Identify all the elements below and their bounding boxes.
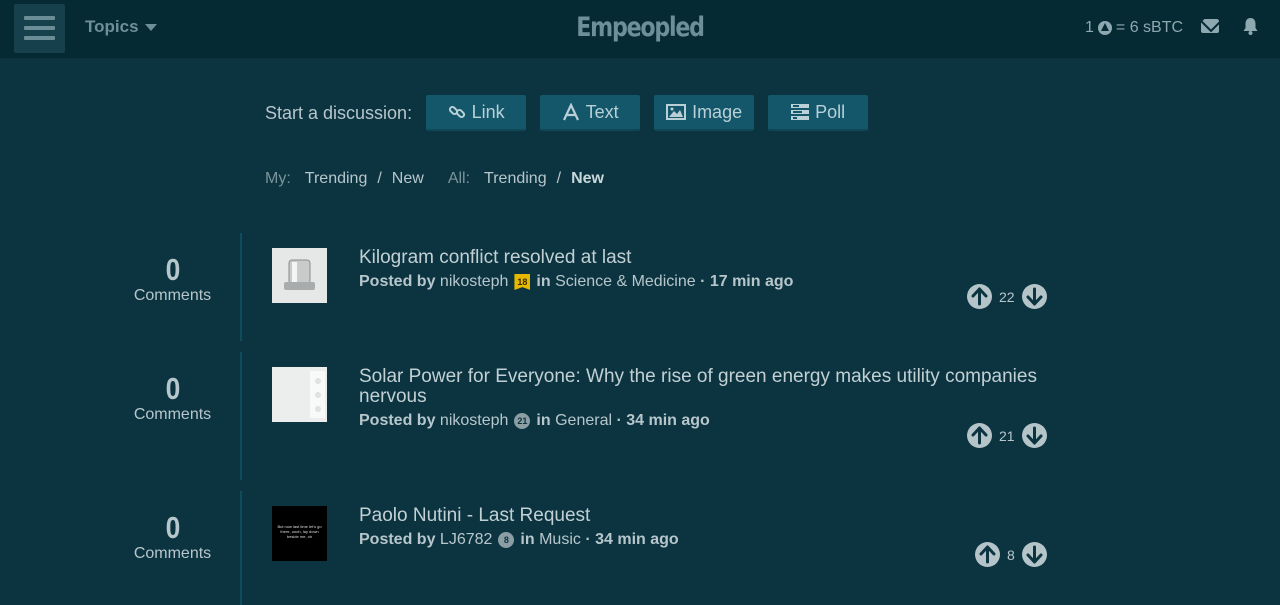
text-button[interactable]: Text bbox=[540, 95, 641, 131]
downvote-icon[interactable] bbox=[1021, 542, 1047, 567]
text-icon bbox=[562, 103, 579, 121]
upvote-icon[interactable] bbox=[967, 284, 992, 309]
post-title[interactable]: Kilogram conflict resolved at last bbox=[359, 248, 1059, 268]
divider bbox=[240, 352, 242, 480]
comment-count-number: 0 bbox=[165, 510, 181, 545]
comment-count-number: 0 bbox=[165, 252, 181, 287]
filter-separator: / bbox=[377, 170, 382, 187]
image-icon bbox=[666, 104, 687, 120]
post-time: · 34 min ago bbox=[616, 412, 710, 429]
upvote-coin-icon bbox=[1097, 21, 1112, 35]
link-button[interactable]: Link bbox=[426, 95, 527, 131]
bell-icon[interactable] bbox=[1242, 17, 1259, 35]
comment-count[interactable]: 0 Comments bbox=[120, 253, 225, 305]
posted-by-label: Posted by bbox=[359, 412, 436, 429]
rate-left: 1 bbox=[1085, 19, 1094, 36]
top-bar: Topics Empeopled 1 = 6 sBTC bbox=[0, 0, 1280, 58]
rate-right: = 6 sBTC bbox=[1115, 19, 1184, 36]
vote-controls: 22 bbox=[967, 284, 1047, 309]
topic-link[interactable]: General bbox=[555, 412, 612, 430]
post-thumbnail[interactable]: But now last time let's go there, oooh, … bbox=[272, 506, 327, 561]
poll-button-label: Poll bbox=[815, 101, 846, 122]
vote-controls: 21 bbox=[967, 423, 1047, 448]
posted-by-label: Posted by bbox=[359, 273, 436, 290]
vote-score: 21 bbox=[999, 427, 1015, 444]
vote-controls: 8 bbox=[975, 542, 1047, 567]
divider bbox=[240, 491, 242, 605]
poll-button[interactable]: Poll bbox=[768, 95, 869, 131]
thumbnail-lyrics-text: But now last time let's go there, oooh, … bbox=[277, 524, 322, 539]
comment-count-label: Comments bbox=[133, 287, 212, 304]
my-new-link[interactable]: New bbox=[392, 170, 424, 188]
post-time: · 17 min ago bbox=[700, 273, 794, 290]
all-label: All: bbox=[447, 170, 471, 187]
image-button[interactable]: Image bbox=[654, 95, 755, 131]
my-trending-link[interactable]: Trending bbox=[305, 170, 368, 188]
user-level-badge: 18 bbox=[514, 274, 531, 290]
feed-filters: My: Trending / New All: Trending / New bbox=[265, 170, 604, 188]
topic-link[interactable]: Music bbox=[539, 531, 581, 549]
post-thumbnail[interactable] bbox=[272, 248, 327, 303]
comment-count-number: 0 bbox=[165, 371, 181, 406]
image-button-label: Image bbox=[692, 101, 743, 122]
exchange-rate: 1 = 6 sBTC bbox=[1085, 19, 1183, 37]
in-label: in bbox=[536, 412, 551, 429]
poll-icon bbox=[791, 104, 810, 120]
post-title[interactable]: Solar Power for Everyone: Why the rise o… bbox=[359, 367, 1059, 407]
filter-separator: / bbox=[556, 170, 562, 187]
downvote-icon[interactable] bbox=[1021, 423, 1047, 448]
my-label: My: bbox=[265, 170, 291, 187]
upvote-icon[interactable] bbox=[967, 423, 992, 448]
in-label: in bbox=[520, 531, 535, 548]
post-title[interactable]: Paolo Nutini - Last Request bbox=[359, 506, 1059, 526]
comment-count-label: Comments bbox=[133, 545, 212, 562]
start-discussion-bar: Start a discussion: Link Text Image Poll bbox=[265, 95, 869, 131]
link-button-label: Link bbox=[471, 101, 505, 122]
post-time: · 34 min ago bbox=[585, 531, 679, 548]
post-thumbnail[interactable] bbox=[272, 367, 327, 422]
all-new-link[interactable]: New bbox=[571, 170, 604, 188]
post-meta: Posted by LJ6782 8 in Music · 34 min ago bbox=[359, 531, 679, 549]
post-meta: Posted by nikosteph 18 in Science & Medi… bbox=[359, 273, 793, 291]
upvote-icon[interactable] bbox=[975, 542, 1000, 567]
hamburger-menu-icon[interactable] bbox=[14, 4, 65, 53]
author-link[interactable]: nikosteph bbox=[440, 412, 509, 430]
start-discussion-label: Start a discussion: bbox=[265, 102, 413, 123]
topic-link[interactable]: Science & Medicine bbox=[555, 273, 696, 291]
comment-count[interactable]: 0 Comments bbox=[120, 372, 225, 424]
all-trending-link[interactable]: Trending bbox=[484, 170, 547, 188]
user-level-badge: 8 bbox=[498, 532, 515, 548]
vote-score: 22 bbox=[999, 288, 1015, 305]
post-meta: Posted by nikosteph 21 in General · 34 m… bbox=[359, 412, 710, 430]
author-link[interactable]: LJ6782 bbox=[440, 531, 493, 549]
user-level-badge: 21 bbox=[514, 413, 531, 429]
link-icon bbox=[448, 105, 465, 119]
posted-by-label: Posted by bbox=[359, 531, 436, 548]
vote-score: 8 bbox=[1007, 546, 1015, 563]
author-link[interactable]: nikosteph bbox=[440, 273, 509, 291]
site-logo[interactable]: Empeopled bbox=[115, 12, 1165, 43]
mail-icon[interactable] bbox=[1201, 19, 1219, 33]
text-button-label: Text bbox=[585, 101, 619, 122]
in-label: in bbox=[536, 273, 551, 290]
comment-count[interactable]: 0 Comments bbox=[120, 511, 225, 563]
divider bbox=[240, 233, 242, 341]
downvote-icon[interactable] bbox=[1021, 284, 1047, 309]
comment-count-label: Comments bbox=[133, 406, 212, 423]
